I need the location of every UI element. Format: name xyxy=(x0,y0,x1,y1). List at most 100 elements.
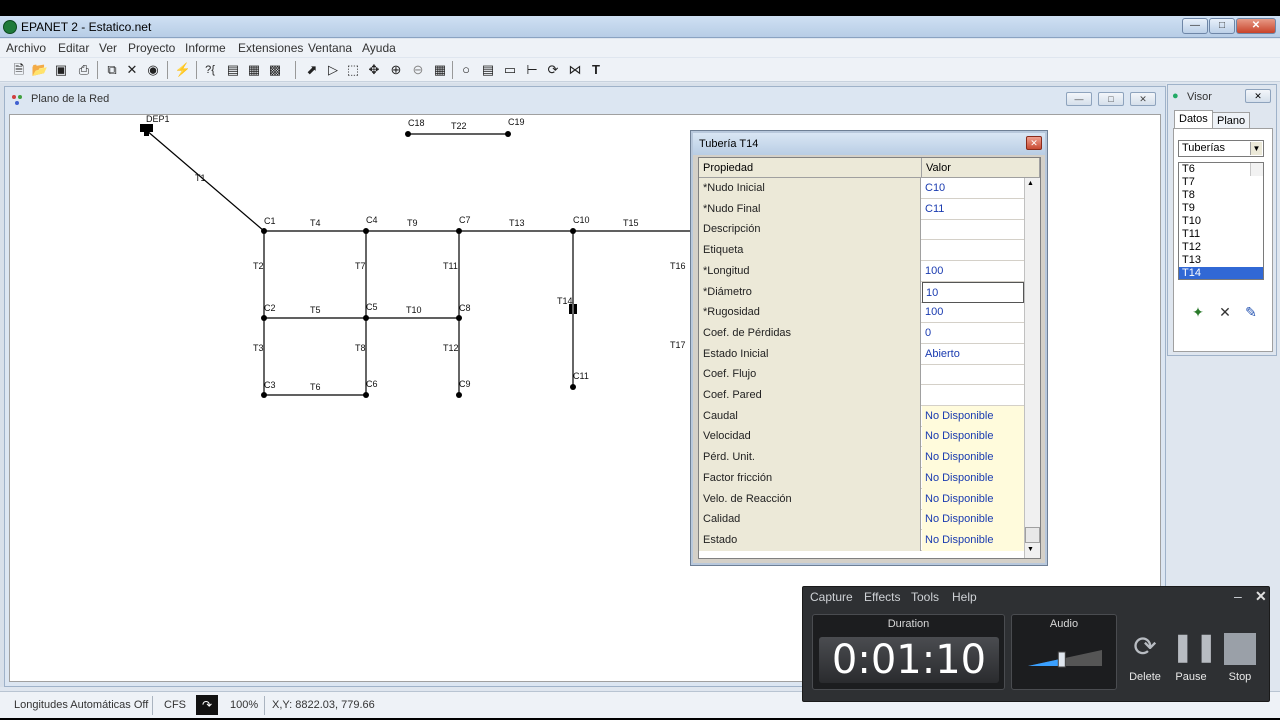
add-pipe-icon[interactable]: ⊢ xyxy=(523,61,541,79)
property-row[interactable]: Pérd. Unit. No Disponible xyxy=(699,447,1024,469)
property-row[interactable]: Descripción xyxy=(699,219,1024,241)
select-object-icon[interactable]: ⬈ xyxy=(303,61,321,79)
property-value[interactable] xyxy=(922,219,1024,240)
add-object-icon[interactable]: ✦ xyxy=(1189,303,1207,321)
copy-icon[interactable]: ⧉ xyxy=(103,61,121,79)
recorder-close-button[interactable]: ✕ xyxy=(1255,588,1267,605)
property-row[interactable]: Velo. de Reacción No Disponible xyxy=(699,488,1024,510)
pause-button[interactable]: ❚❚ Pause xyxy=(1171,627,1218,683)
run-analysis-icon[interactable]: ⚡ xyxy=(174,61,192,79)
property-row[interactable]: *Nudo Inicial C10 xyxy=(699,178,1024,199)
auto-length-status[interactable]: Longitudes Automáticas Off xyxy=(10,697,152,714)
property-row[interactable]: Caudal No Disponible xyxy=(699,405,1024,427)
property-value[interactable]: 0 xyxy=(922,323,1024,344)
browser-close-button[interactable]: ✕ xyxy=(1245,89,1271,103)
object-category-select[interactable]: Tuberías ▼ xyxy=(1178,140,1264,157)
property-value[interactable] xyxy=(922,364,1024,385)
add-junction-icon[interactable]: ○ xyxy=(457,61,475,79)
property-editor-titlebar[interactable]: Tubería T14 xyxy=(693,133,1045,155)
map-close-button[interactable]: ✕ xyxy=(1130,92,1156,106)
stop-button[interactable]: Stop xyxy=(1220,627,1260,683)
select-vertex-icon[interactable]: ▷ xyxy=(324,61,342,79)
property-row[interactable]: *Longitud 100 xyxy=(699,260,1024,282)
full-extent-icon[interactable]: ▦ xyxy=(431,61,449,79)
property-row[interactable]: Velocidad No Disponible xyxy=(699,426,1024,448)
map-minimize-button[interactable]: — xyxy=(1066,92,1092,106)
menu-proyecto[interactable]: Proyecto xyxy=(128,41,175,55)
add-valve-icon[interactable]: ⋈ xyxy=(566,61,584,79)
menu-extensiones[interactable]: Extensiones xyxy=(238,41,303,55)
scroll-thumb[interactable] xyxy=(1025,527,1040,543)
save-icon[interactable]: ▣ xyxy=(52,61,70,79)
add-label-icon[interactable]: T xyxy=(587,61,605,79)
list-item[interactable]: T11 xyxy=(1179,228,1263,241)
add-tank-icon[interactable]: ▭ xyxy=(501,61,519,79)
property-value[interactable]: 100 xyxy=(922,261,1024,282)
property-row[interactable]: Estado No Disponible xyxy=(699,529,1024,551)
property-editor-close-button[interactable]: ✕ xyxy=(1026,136,1042,150)
find-icon[interactable]: ◉ xyxy=(144,61,162,79)
map-maximize-button[interactable]: □ xyxy=(1098,92,1124,106)
list-item[interactable]: T9 xyxy=(1179,202,1263,215)
delete-icon[interactable]: ✕ xyxy=(123,61,141,79)
maximize-button[interactable]: □ xyxy=(1209,18,1235,34)
recorder-menu-effects[interactable]: Effects xyxy=(864,590,900,604)
property-row[interactable]: Estado Inicial Abierto xyxy=(699,343,1024,365)
table-icon[interactable]: ▦ xyxy=(245,61,263,79)
delete-object-icon[interactable]: ✕ xyxy=(1216,303,1234,321)
list-item[interactable]: T13 xyxy=(1179,254,1263,267)
property-row[interactable]: Etiqueta xyxy=(699,240,1024,262)
property-row[interactable]: Factor fricción No Disponible xyxy=(699,467,1024,489)
edit-object-icon[interactable]: ✎ xyxy=(1242,303,1260,321)
add-reservoir-icon[interactable]: ▤ xyxy=(479,61,497,79)
close-button[interactable]: ✕ xyxy=(1236,18,1276,34)
property-row[interactable]: Calidad No Disponible xyxy=(699,509,1024,531)
property-row[interactable]: *Diámetro 10 xyxy=(699,281,1024,303)
list-item[interactable]: T7 xyxy=(1179,176,1263,189)
graph-icon[interactable]: ▤ xyxy=(224,61,242,79)
property-row[interactable]: Coef. Pared xyxy=(699,385,1024,406)
property-row[interactable]: Coef. Flujo xyxy=(699,364,1024,386)
list-item-selected[interactable]: T14 xyxy=(1179,267,1263,279)
menu-archivo[interactable]: Archivo xyxy=(6,41,46,55)
property-row[interactable]: *Rugosidad 100 xyxy=(699,302,1024,324)
property-value[interactable]: 100 xyxy=(922,302,1024,323)
recorder-menu-help[interactable]: Help xyxy=(952,590,977,604)
options-icon[interactable]: ▩ xyxy=(266,61,284,79)
list-item[interactable]: T10 xyxy=(1179,215,1263,228)
menu-informe[interactable]: Informe xyxy=(185,41,226,55)
query-icon[interactable]: ?{ xyxy=(201,61,219,79)
scroll-up-icon[interactable]: ▲ xyxy=(1027,180,1034,187)
menu-ayuda[interactable]: Ayuda xyxy=(362,41,396,55)
minimize-button[interactable]: — xyxy=(1182,18,1208,34)
open-folder-icon[interactable]: 📂 xyxy=(31,61,49,79)
recorder-minimize-button[interactable]: – xyxy=(1234,588,1242,604)
zoom-out-icon[interactable]: ⊖ xyxy=(409,61,427,79)
zoom-in-icon[interactable]: ⊕ xyxy=(387,61,405,79)
property-row[interactable]: Coef. de Pérdidas 0 xyxy=(699,322,1024,344)
menu-ventana[interactable]: Ventana xyxy=(308,41,352,55)
chevron-down-icon[interactable]: ▼ xyxy=(1250,142,1262,155)
menu-ver[interactable]: Ver xyxy=(99,41,117,55)
property-scrollbar[interactable]: ▲ ▼ xyxy=(1024,178,1040,558)
property-row[interactable]: *Nudo Final C11 xyxy=(699,198,1024,220)
scroll-down-icon[interactable]: ▼ xyxy=(1027,546,1034,553)
object-list[interactable]: T6 T7 T8 T9 T10 T11 T12 T13 T14 xyxy=(1178,162,1264,280)
tab-datos[interactable]: Datos xyxy=(1174,110,1213,128)
list-item[interactable]: T8 xyxy=(1179,189,1263,202)
new-file-icon[interactable]: 🗎 xyxy=(10,61,28,79)
add-pump-icon[interactable]: ⟳ xyxy=(544,61,562,79)
recorder-menu-tools[interactable]: Tools xyxy=(911,590,939,604)
list-item[interactable]: T12 xyxy=(1179,241,1263,254)
menu-editar[interactable]: Editar xyxy=(58,41,89,55)
diameter-edit-field[interactable]: 10 xyxy=(922,281,1024,303)
property-value[interactable] xyxy=(922,385,1024,406)
property-value[interactable]: C10 xyxy=(922,178,1024,199)
list-scrollbar[interactable] xyxy=(1250,163,1263,176)
recorder-menu-capture[interactable]: Capture xyxy=(810,590,853,604)
delete-recording-button[interactable]: ⟳ Delete xyxy=(1125,627,1165,683)
print-icon[interactable]: ⎙ xyxy=(75,61,93,79)
select-region-icon[interactable]: ⬚ xyxy=(344,61,362,79)
property-value[interactable]: Abierto xyxy=(922,344,1024,365)
property-value[interactable] xyxy=(922,240,1024,261)
